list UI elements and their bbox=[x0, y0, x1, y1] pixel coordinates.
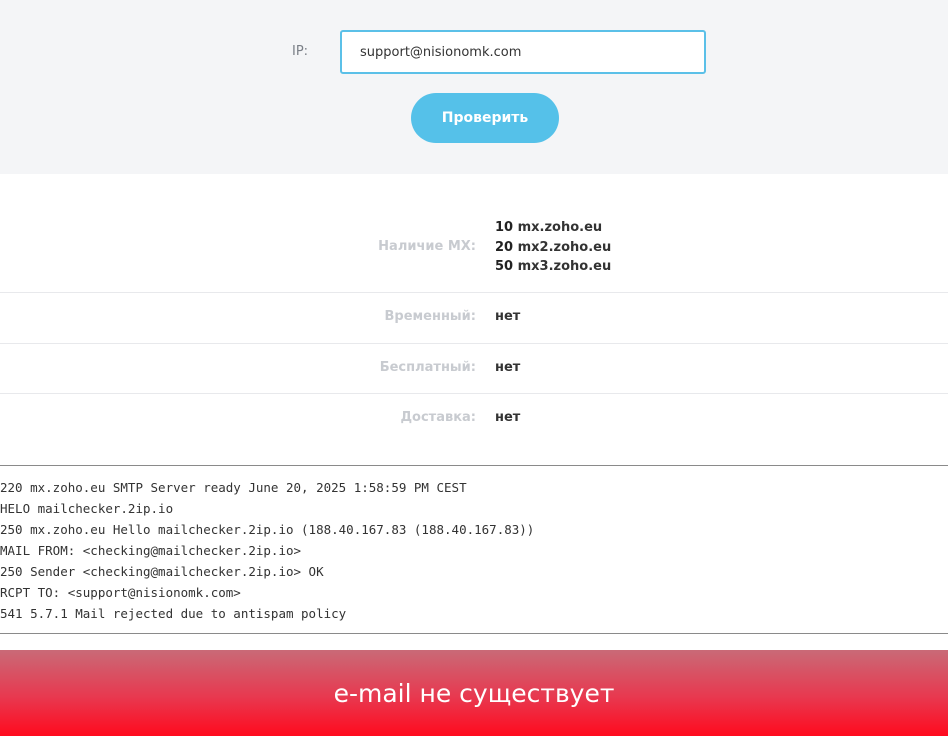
check-form-panel: IP: Проверить bbox=[0, 0, 948, 174]
mx-records: 10 mx.zoho.eu 20 mx2.zoho.eu 50 mx3.zoho… bbox=[495, 218, 611, 277]
delivery-label: Доставка: bbox=[400, 410, 476, 425]
log-line: 220 mx.zoho.eu SMTP Server ready June 20… bbox=[0, 480, 467, 495]
mx-record: 50 mx3.zoho.eu bbox=[495, 259, 612, 274]
mx-record: 10 mx.zoho.eu bbox=[495, 220, 603, 235]
ip-label: IP: bbox=[292, 44, 309, 59]
log-line: MAIL FROM: <checking@mailchecker.2ip.io> bbox=[0, 543, 302, 558]
delivery-value: нет bbox=[495, 410, 521, 425]
log-line: 541 5.7.1 Mail rejected due to antispam … bbox=[0, 606, 347, 621]
temporary-value: нет bbox=[495, 309, 521, 324]
row-divider bbox=[0, 393, 948, 394]
mx-record: 20 mx2.zoho.eu bbox=[495, 239, 612, 255]
email-input[interactable] bbox=[340, 30, 706, 74]
log-line: HELO mailchecker.2ip.io bbox=[0, 501, 174, 516]
check-button[interactable]: Проверить bbox=[411, 93, 559, 143]
status-text: e-mail не существует bbox=[333, 678, 615, 708]
temporary-label: Временный: bbox=[384, 309, 476, 324]
mx-label: Наличие MX: bbox=[378, 239, 476, 254]
log-line: 250 Sender <checking@mailchecker.2ip.io>… bbox=[0, 564, 324, 579]
delivery-row: Доставка: нет bbox=[0, 410, 948, 430]
row-divider bbox=[0, 292, 948, 293]
free-value: нет bbox=[495, 360, 521, 375]
smtp-log: 220 mx.zoho.eu SMTP Server ready June 20… bbox=[0, 465, 948, 634]
row-divider bbox=[0, 343, 948, 344]
free-label: Бесплатный: bbox=[379, 360, 476, 375]
log-line: RCPT TO: <support@nisionomk.com> bbox=[0, 585, 241, 600]
log-line: 250 mx.zoho.eu Hello mailchecker.2ip.io … bbox=[0, 522, 535, 537]
status-banner: e-mail не существует bbox=[0, 650, 948, 736]
mx-row: Наличие MX: 10 mx.zoho.eu 20 mx2.zoho.eu… bbox=[0, 218, 948, 278]
temporary-row: Временный: нет bbox=[0, 309, 948, 329]
free-row: Бесплатный: нет bbox=[0, 360, 948, 380]
